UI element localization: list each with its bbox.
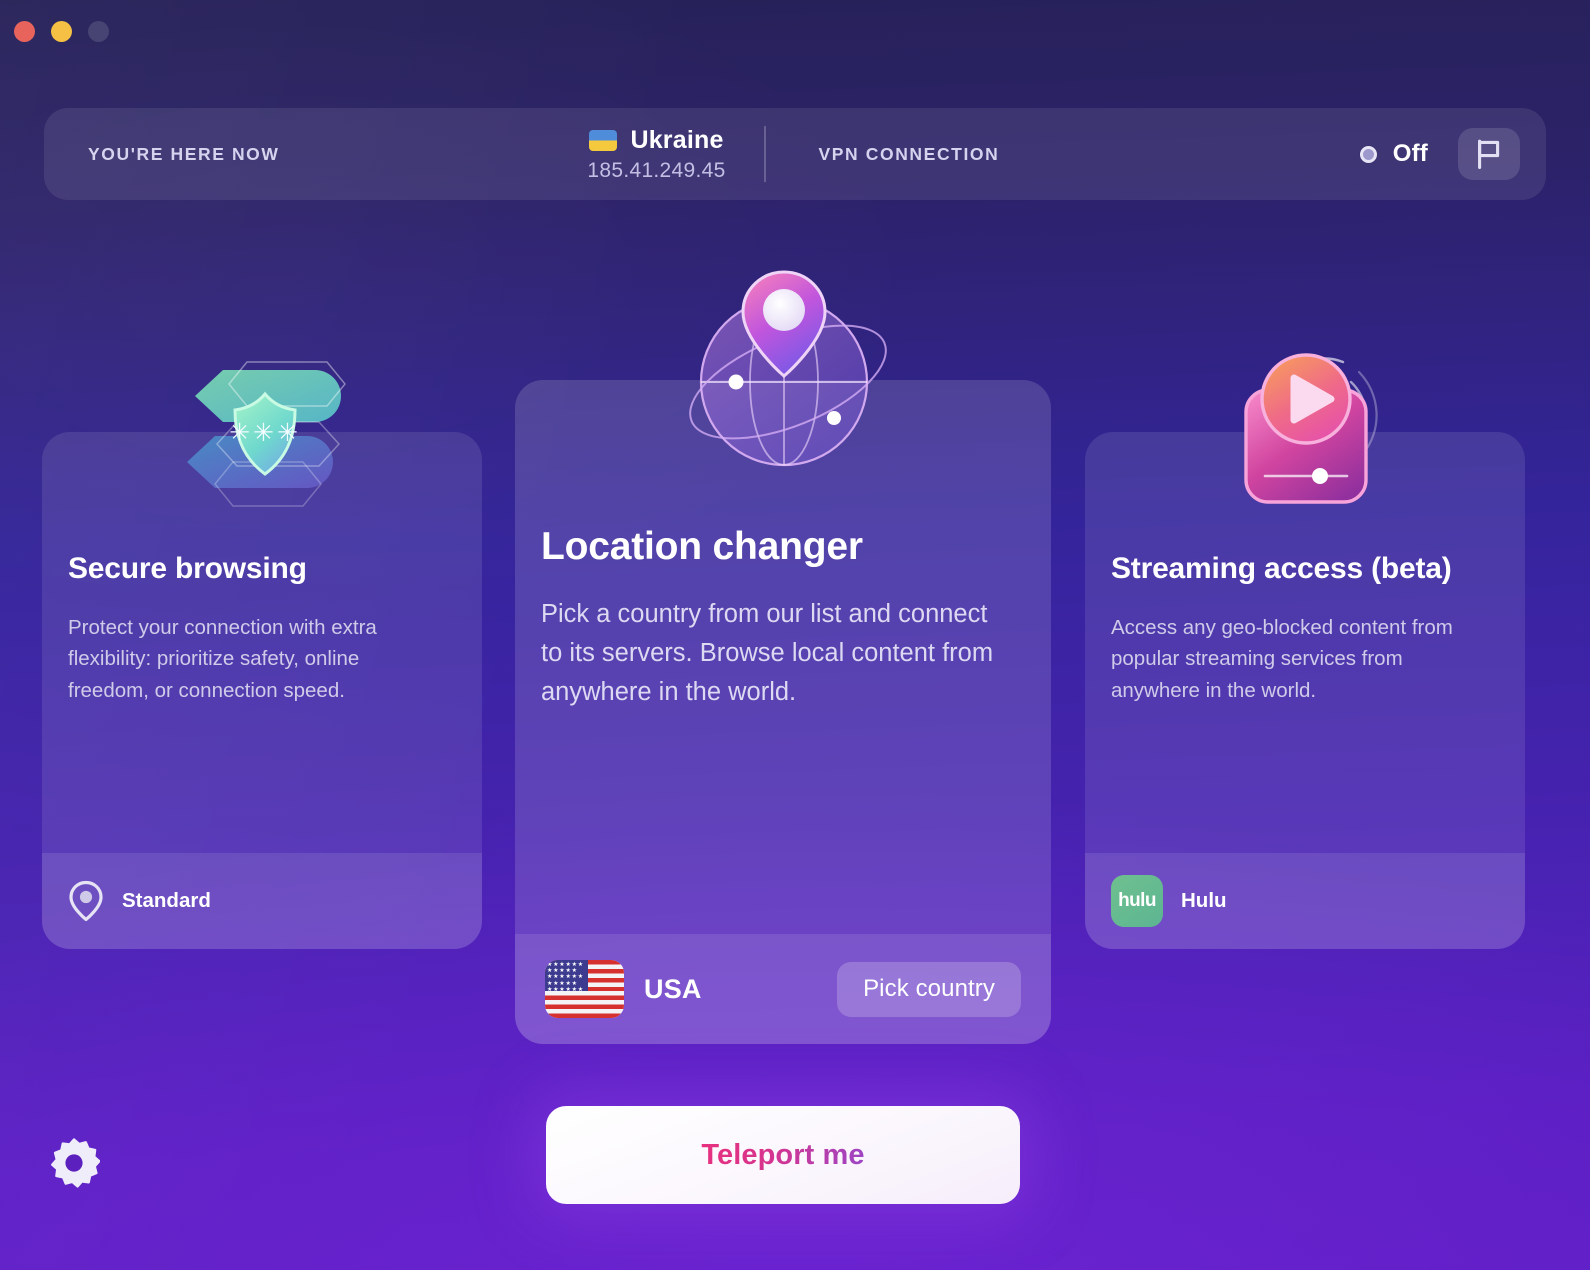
location-card-description: Pick a country from our list and connect…	[541, 600, 994, 706]
status-ring-icon	[1359, 145, 1377, 163]
flag-button[interactable]	[1458, 128, 1520, 180]
hulu-logo-icon: hulu	[1111, 875, 1163, 927]
streaming-footer-label: Hulu	[1181, 889, 1227, 912]
country-row: Ukraine	[589, 126, 723, 155]
flag-icon	[1478, 139, 1500, 169]
status-header-bar: YOU'RE HERE NOW Ukraine 185.41.249.45 VP…	[44, 108, 1546, 200]
usa-flag-icon: ★★★★★★ ★★★★★ ★★★★★★ ★★★★★ ★★★★★★	[545, 960, 624, 1018]
streaming-card-title: Streaming access (beta)	[1111, 552, 1452, 585]
settings-button[interactable]	[48, 1136, 101, 1188]
streaming-card-description: Access any geo-blocked content from popu…	[1111, 616, 1453, 702]
vpn-connection-label: VPN CONNECTION	[818, 143, 1000, 164]
streaming-card-footer[interactable]: hulu Hulu	[1085, 853, 1525, 949]
current-location-info: Ukraine 185.41.249.45	[549, 126, 764, 183]
ip-address: 185.41.249.45	[587, 158, 726, 182]
here-now-label: YOU'RE HERE NOW	[88, 143, 280, 164]
pick-country-button[interactable]: Pick country	[837, 961, 1021, 1017]
secure-footer-label: Standard	[122, 889, 211, 912]
teleport-me-button[interactable]: Teleport me	[546, 1106, 1020, 1204]
app-window: YOU'RE HERE NOW Ukraine 185.41.249.45 VP…	[0, 0, 1590, 1270]
location-footer-label: USA	[644, 973, 702, 1004]
card-location-changer[interactable]: Location changer Pick a country from our…	[515, 380, 1051, 1044]
hulu-badge-text: hulu	[1118, 890, 1156, 911]
window-minimize-button[interactable]	[51, 20, 72, 42]
location-pin-icon	[69, 880, 103, 922]
card-streaming-access[interactable]: Streaming access (beta) Access any geo-b…	[1085, 432, 1525, 949]
vpn-status-text: Off	[1392, 140, 1428, 167]
secure-card-footer[interactable]: Standard	[42, 853, 482, 949]
window-close-button[interactable]	[14, 20, 35, 42]
ukraine-flag-icon	[589, 129, 618, 151]
vpn-connection-section: VPN CONNECTION	[766, 144, 1360, 165]
location-card-footer: ★★★★★★ ★★★★★ ★★★★★★ ★★★★★ ★★★★★★ USA Pick co…	[515, 934, 1051, 1044]
here-now-section: YOU'RE HERE NOW	[44, 144, 549, 165]
location-card-body: Location changer Pick a country from our…	[515, 380, 1051, 934]
window-zoom-button[interactable]	[88, 20, 109, 42]
vpn-status-controls: Off	[1359, 128, 1546, 180]
secure-card-body: Secure browsing Protect your connection …	[42, 432, 482, 853]
secure-card-title: Secure browsing	[68, 552, 307, 585]
card-secure-browsing[interactable]: Secure browsing Protect your connection …	[42, 432, 482, 949]
country-name: Ukraine	[630, 125, 724, 154]
secure-card-description: Protect your connection with extra flexi…	[68, 616, 377, 702]
streaming-card-body: Streaming access (beta) Access any geo-b…	[1085, 432, 1525, 853]
teleport-me-label: Teleport me	[701, 1138, 865, 1171]
gear-icon	[51, 1138, 101, 1188]
location-card-title: Location changer	[541, 525, 863, 568]
titlebar	[0, 0, 1590, 62]
